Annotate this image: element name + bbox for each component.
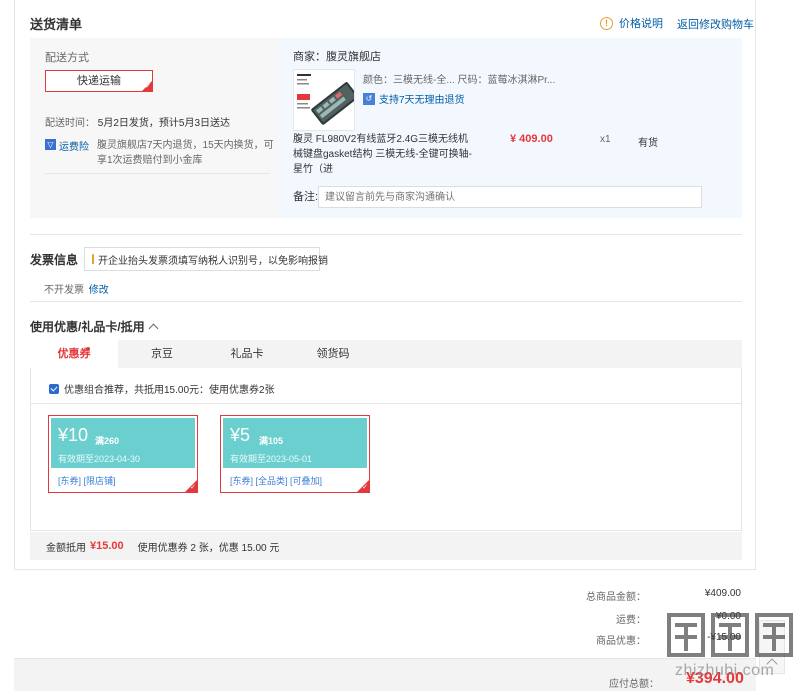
coupon-deduction-summary: 金额抵用 ¥15.00 使用优惠券 2 张，优惠 15.00 元 — [30, 532, 742, 560]
deduction-label: 金额抵用 — [46, 542, 86, 554]
deduction-detail: 使用优惠券 2 张，优惠 15.00 元 — [137, 542, 280, 554]
product-attributes: 颜色：三模无线-全... 尺码：蓝莓冰淇淋Pr... — [363, 75, 556, 86]
coupon-condition: 满105 — [259, 436, 284, 446]
watermark-text: zhizhubi.com — [675, 662, 775, 679]
delivery-time-value: 5月2日发货，预计5月3日送达 — [97, 118, 231, 129]
remark-input[interactable] — [318, 186, 702, 208]
return-policy-label: 支持7天无理由退货 — [379, 95, 465, 106]
coupon-card-header: ¥5 满105 有效期至2023-05-01 — [223, 418, 367, 468]
shipping-method-panel: 配送方式 快递运输 ✓ 配送时间： 5月2日发货，预计5月3日送达 ▽ 运费险 … — [30, 38, 280, 218]
freight-insurance-label: 运费险 — [59, 142, 89, 153]
summary-total-label: 总商品金额： — [586, 592, 646, 603]
check-icon: ✓ — [190, 484, 196, 491]
return-icon: ↺ — [363, 92, 375, 105]
summary-total-value: ¥409.00 — [704, 588, 741, 599]
summary-discount-label: 商品优惠： — [596, 636, 646, 647]
invoice-edit-link[interactable]: 修改 — [89, 285, 109, 296]
delivery-time: 配送时间： 5月2日发货，预计5月3日送达 — [45, 114, 230, 129]
insurance-icon: ▽ — [45, 139, 56, 150]
tab-jingdou[interactable]: 京豆 — [118, 340, 206, 368]
deduction-amount: ¥15.00 — [90, 540, 124, 552]
tab-pickup-code[interactable]: 领货码 — [289, 340, 377, 368]
coupon-section-title: 使用优惠/礼品卡/抵用 — [30, 320, 145, 334]
coupon-expiry: 有效期至2023-04-30 — [58, 454, 141, 464]
remark-label: 备注: — [293, 191, 319, 203]
coupon-combo-text: 优惠组合推荐，共抵用15.00元：使用优惠券2张 — [64, 385, 275, 396]
coupon-card[interactable]: ¥10 满260 有效期至2023-04-30 [东券] [限店铺] ✓ — [48, 415, 198, 493]
coupon-amount: ¥10 — [58, 425, 89, 445]
lightbulb-icon — [92, 254, 94, 264]
coupon-section-toggle[interactable]: 使用优惠/礼品卡/抵用 — [30, 318, 159, 335]
check-icon: ✓ — [145, 83, 151, 90]
coupon-amount: ¥5 — [230, 425, 251, 445]
payable-label: 应付总额： — [609, 679, 659, 690]
return-policy-tag: ↺ 支持7天无理由退货 — [363, 91, 465, 106]
delivery-list-title: 送货清单 — [30, 17, 83, 32]
coupon-card-header: ¥10 满260 有效期至2023-04-30 — [51, 418, 195, 468]
coupon-card[interactable]: ¥5 满105 有效期至2023-05-01 [东券] [全品类] [可叠加] … — [220, 415, 370, 493]
product-image[interactable] — [293, 69, 355, 131]
divider — [45, 173, 270, 174]
check-icon: ✓ — [362, 484, 368, 491]
coupon-combo-recommend[interactable]: 优惠组合推荐，共抵用15.00元：使用优惠券2张 — [49, 381, 275, 396]
checkbox-checked-icon[interactable] — [49, 383, 59, 394]
freight-insurance: ▽ 运费险 腹灵旗舰店7天内退货，15天内换货，可享1次运费赔付到小金库 — [45, 138, 275, 168]
shipping-method-label: 配送方式 — [45, 52, 89, 64]
invoice-tip-text: 开企业抬头发票须填写纳税人识别号，以免影响报销 — [98, 255, 328, 267]
summary-freight-label: 运费： — [616, 615, 646, 626]
product-name[interactable]: 腹灵 FL980V2有线蓝牙2.4G三模无线机械键盘gasket结构 三模无线-… — [293, 132, 478, 177]
payable-bar: 应付总额： ¥394.00 — [14, 658, 756, 691]
merchant-name: 商家：腹灵旗舰店 — [293, 51, 381, 63]
shipping-box: 配送方式 快递运输 ✓ 配送时间： 5月2日发货，预计5月3日送达 ▽ 运费险 … — [30, 38, 742, 218]
coupon-tags: [东券] [全品类] [可叠加] — [230, 476, 323, 486]
coupon-tabs: 优惠券 京豆 礼品卡 领货码 — [30, 340, 742, 368]
express-delivery-option[interactable]: 快递运输 ✓ — [45, 70, 153, 92]
back-to-cart-link[interactable]: 返回修改购物车 — [677, 16, 754, 32]
tab-gift-card[interactable]: 礼品卡 — [203, 340, 291, 368]
divider — [30, 301, 742, 302]
product-panel: 商家：腹灵旗舰店 颜色：三模无线-全... 尺码：蓝莓冰淇淋Pr... ↺ 支持… — [280, 38, 742, 218]
divider — [31, 403, 741, 404]
price-note-link[interactable]: ! 价格说明 — [600, 15, 663, 31]
info-icon: ! — [600, 16, 613, 30]
invoice-tip: 开企业抬头发票须填写纳税人识别号，以免影响报销 — [84, 247, 328, 271]
chevron-up-icon — [148, 323, 159, 334]
delivery-time-label: 配送时间： — [45, 118, 95, 129]
coupon-expiry: 有效期至2023-05-01 — [230, 454, 313, 464]
coupon-tags: [东券] [限店铺] — [58, 476, 116, 486]
product-price: ¥ 409.00 — [510, 133, 553, 145]
freight-insurance-tag[interactable]: ▽ 运费险 — [45, 138, 89, 168]
coupon-condition: 满260 — [95, 436, 120, 446]
divider — [30, 234, 742, 235]
coupon-panel: 优惠组合推荐，共抵用15.00元：使用优惠券2张 ¥10 满260 有效期至20… — [30, 368, 742, 531]
product-quantity: x1 — [600, 134, 611, 145]
stock-status: 有货 — [638, 138, 658, 149]
price-note-label: 价格说明 — [619, 18, 663, 30]
invoice-status: 不开发票 修改 — [44, 281, 109, 296]
notification-dot-icon — [86, 347, 90, 351]
freight-insurance-text: 腹灵旗舰店7天内退货，15天内换货，可享1次运费赔付到小金库 — [97, 140, 274, 166]
invoice-title: 发票信息 — [30, 253, 79, 267]
express-delivery-label: 快递运输 — [77, 75, 121, 87]
invoice-status-text: 不开发票 — [44, 285, 84, 296]
tab-coupons[interactable]: 优惠券 — [30, 340, 118, 368]
